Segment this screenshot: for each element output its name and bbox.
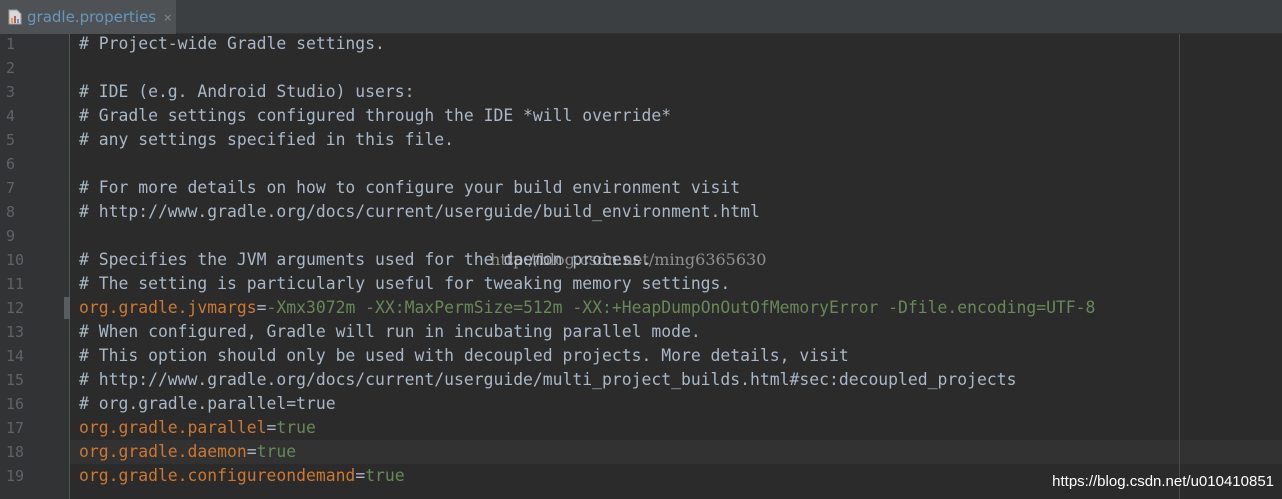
code-line: # http://www.gradle.org/docs/current/use… xyxy=(79,200,760,224)
line-number: 4 xyxy=(6,107,16,125)
code-line: # Gradle settings configured through the… xyxy=(79,104,671,128)
code-line: # Project-wide Gradle settings. xyxy=(79,32,385,56)
property-key: org.gradle.daemon xyxy=(79,442,247,461)
line-number: 1 xyxy=(6,35,16,53)
line-number: 8 xyxy=(6,203,16,221)
property-value: true xyxy=(365,466,405,485)
line-number-gutter: 1 2 3 4 5 6 7 8 9 10 11 12 13 14 15 16 17 18 19 xyxy=(0,34,70,499)
tab-label: gradle.properties xyxy=(27,8,157,26)
comment-text: # http://www.gradle.org/docs/current/use… xyxy=(79,370,1017,389)
line-number: 12 xyxy=(6,299,25,317)
line-number: 14 xyxy=(6,347,25,365)
line-number: 15 xyxy=(6,371,25,389)
comment-text: # For more details on how to configure y… xyxy=(79,178,741,197)
close-icon[interactable]: × xyxy=(163,11,172,24)
code-line: # org.gradle.parallel=true xyxy=(79,392,336,416)
line-number: 3 xyxy=(6,83,16,101)
tab-gradle-properties[interactable]: gradle.properties × xyxy=(0,0,176,34)
properties-file-icon xyxy=(8,9,22,25)
line-number: 13 xyxy=(6,323,25,341)
line-number: 18 xyxy=(6,443,25,461)
line-number: 5 xyxy=(6,131,16,149)
comment-text: # org.gradle.parallel=true xyxy=(79,394,336,413)
comment-text: # http://www.gradle.org/docs/current/use… xyxy=(79,202,760,221)
property-key: org.gradle.jvmargs xyxy=(79,298,257,317)
code-line: # any settings specified in this file. xyxy=(79,128,454,152)
equals-sign: = xyxy=(256,298,267,317)
equals-sign: = xyxy=(355,466,366,485)
line-number: 16 xyxy=(6,395,25,413)
code-line: # For more details on how to configure y… xyxy=(79,176,740,200)
line-number: 7 xyxy=(6,179,16,197)
editor-tab-bar: gradle.properties × xyxy=(0,0,1282,34)
line-number: 19 xyxy=(6,467,25,485)
comment-text: # When configured, Gradle will run in in… xyxy=(79,322,701,341)
corner-watermark: https://blog.csdn.net/u010410851 xyxy=(1052,473,1274,490)
code-line: org.gradle.configureondemand=true xyxy=(79,464,405,488)
line-number: 10 xyxy=(6,251,25,269)
comment-text: # Gradle settings configured through the… xyxy=(79,106,672,125)
property-key: org.gradle.parallel xyxy=(79,418,267,437)
line-number: 17 xyxy=(6,419,25,437)
property-key: org.gradle.configureondemand xyxy=(79,466,356,485)
comment-text: # Project-wide Gradle settings. xyxy=(79,34,385,53)
comment-text: # any settings specified in this file. xyxy=(79,130,454,149)
code-line: # The setting is particularly useful for… xyxy=(79,272,730,296)
right-margin-guide xyxy=(1179,34,1180,499)
code-line: org.gradle.daemon=true xyxy=(79,440,296,464)
code-line: org.gradle.jvmargs=-Xmx3072m -XX:MaxPerm… xyxy=(79,296,1095,320)
property-value: true xyxy=(256,442,297,461)
code-line: org.gradle.parallel=true xyxy=(79,416,316,440)
code-editor: gradle.properties × 1 2 3 4 5 6 7 8 9 10 11 12 13 14 1… xyxy=(0,0,1282,499)
comment-text: # IDE (e.g. Android Studio) users: xyxy=(79,82,415,101)
code-line: # IDE (e.g. Android Studio) users: xyxy=(79,80,415,104)
code-line: # This option should only be used with d… xyxy=(79,344,849,368)
center-watermark: http://blog.csdn.net/ming6365630 xyxy=(490,250,767,269)
property-value: true xyxy=(276,418,316,437)
comment-text: # This option should only be used with d… xyxy=(79,346,849,365)
comment-text: # The setting is particularly useful for… xyxy=(79,274,731,293)
equals-sign: = xyxy=(246,442,257,461)
line-number: 6 xyxy=(6,155,16,173)
code-line: # When configured, Gradle will run in in… xyxy=(79,320,701,344)
property-value: -Xmx3072m -XX:MaxPermSize=512m -XX:+Heap… xyxy=(266,298,1096,317)
line-number: 9 xyxy=(6,227,16,245)
line-number: 2 xyxy=(6,59,16,77)
code-line: # http://www.gradle.org/docs/current/use… xyxy=(79,368,1016,392)
equals-sign: = xyxy=(266,418,277,437)
line-number: 11 xyxy=(6,275,25,293)
